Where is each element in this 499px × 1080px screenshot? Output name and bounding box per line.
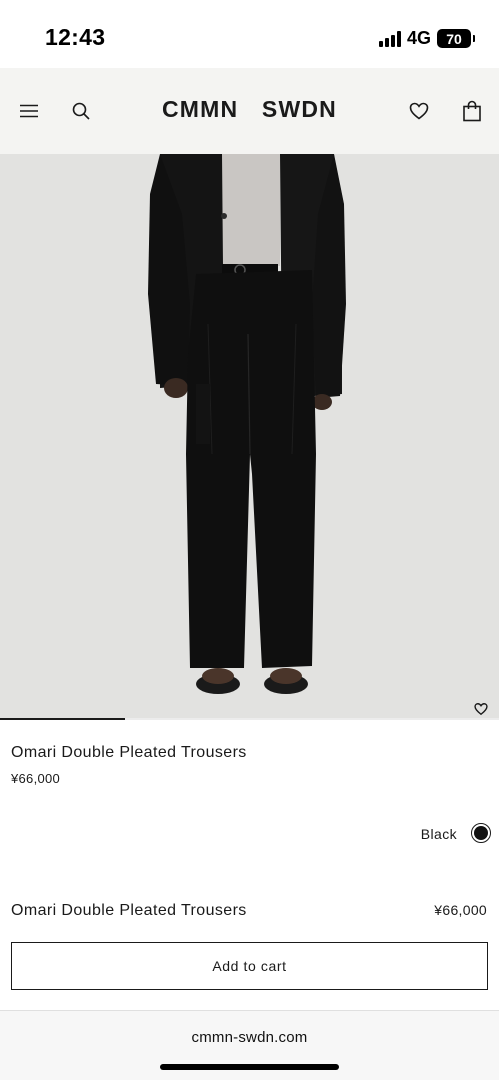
swatch-fill — [474, 826, 488, 840]
status-time: 12:43 — [45, 24, 106, 50]
add-to-cart-button[interactable]: Add to cart — [11, 942, 488, 990]
site-header: CMMN SWDN — [0, 68, 499, 154]
browser-url-bar[interactable]: cmmn-swdn.com — [0, 1010, 499, 1080]
network-type: 4G — [406, 28, 431, 48]
image-wishlist-icon[interactable] — [474, 702, 488, 716]
sticky-product-price: ¥66,000 — [434, 902, 487, 918]
sticky-product-title: Omari Double Pleated Trousers — [11, 902, 247, 919]
color-label: Black — [420, 826, 457, 842]
product-price: ¥66,000 — [11, 771, 61, 786]
gallery-progress-fill — [0, 718, 125, 720]
gallery-progress — [0, 718, 499, 720]
shopping-bag-icon[interactable] — [459, 98, 485, 124]
model-photo — [0, 154, 499, 720]
home-indicator[interactable] — [160, 1064, 339, 1070]
url-text[interactable]: cmmn-swdn.com — [0, 1029, 499, 1046]
color-swatch-black[interactable] — [471, 823, 491, 843]
battery-icon: 70 — [437, 29, 475, 48]
product-title: Omari Double Pleated Trousers — [11, 744, 247, 761]
battery-level: 70 — [446, 30, 462, 47]
wishlist-icon[interactable] — [406, 98, 432, 124]
product-image[interactable] — [0, 154, 499, 720]
status-indicators: 4G 70 — [378, 28, 475, 49]
status-bar: 12:43 4G 70 — [0, 0, 499, 68]
signal-icon — [378, 30, 401, 47]
